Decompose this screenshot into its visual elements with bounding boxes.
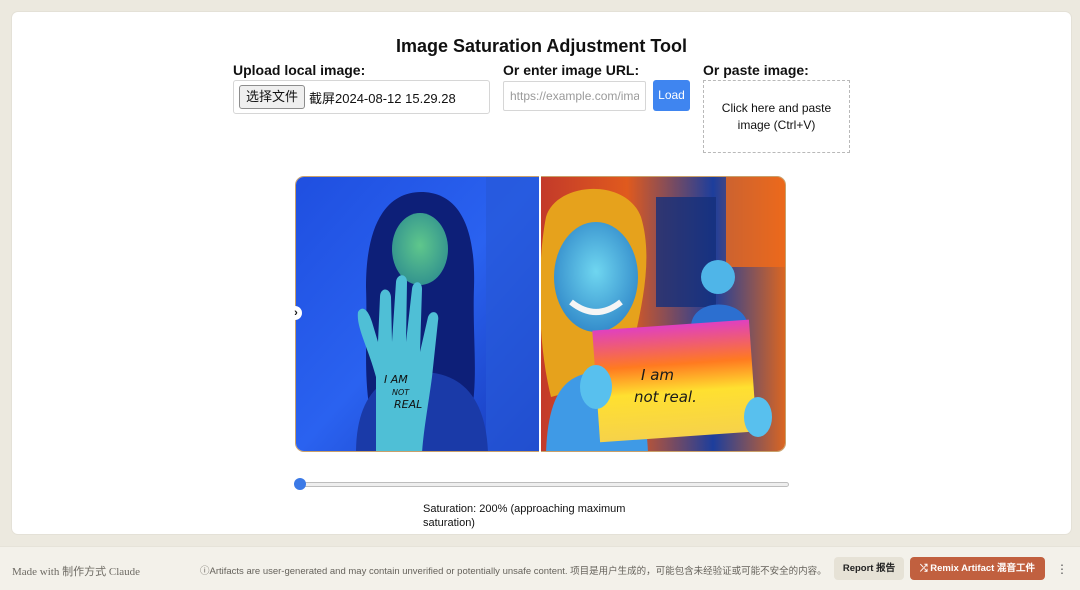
artifact-footer: Made with 制作方式 Claude ⓘArtifacts are use… — [0, 546, 1080, 590]
saturation-slider[interactable] — [299, 482, 789, 487]
file-name: 截屏2024-08-12 15.29.28 — [309, 90, 456, 106]
page-title: Image Saturation Adjustment Tool — [395, 36, 687, 56]
disclaimer-text: ⓘArtifacts are user-generated and may co… — [200, 566, 827, 577]
choose-file-button[interactable]: 选择文件 — [239, 85, 306, 109]
saturation-slider-thumb[interactable] — [294, 478, 306, 490]
paste-hint: Click here and paste image (Ctrl+V) — [721, 100, 832, 132]
artifact-card: Image Saturation Adjustment Tool Upload … — [12, 12, 1071, 534]
remix-artifact-button[interactable]: ⤮ Remix Artifact 混音工件 — [910, 557, 1045, 580]
image-url-input[interactable] — [503, 81, 646, 111]
right-image: I am not real. — [539, 177, 785, 451]
comparison-images: I AM NOT REAL I am not real. — [296, 177, 785, 451]
made-with-text: Made with 制作方式 Claude — [12, 566, 141, 578]
svg-text:not real.: not real. — [634, 388, 697, 406]
svg-text:NOT: NOT — [392, 388, 410, 397]
comparison-divider[interactable] — [539, 176, 541, 452]
url-label: Or enter image URL: — [503, 62, 640, 78]
svg-text:I AM: I AM — [384, 373, 408, 386]
paste-area[interactable]: Click here and paste image (Ctrl+V) — [703, 80, 850, 153]
paste-label: Or paste image: — [703, 62, 809, 78]
load-button[interactable]: Load — [653, 80, 690, 111]
more-options-icon[interactable]: ⋮ — [1056, 560, 1068, 578]
svg-text:REAL: REAL — [394, 398, 422, 411]
saturation-readout: Saturation: 200% (approaching maximum sa… — [423, 503, 626, 529]
left-image: I AM NOT REAL — [296, 177, 541, 451]
file-input[interactable]: 选择文件 截屏2024-08-12 15.29.28 — [233, 80, 490, 114]
upload-label: Upload local image: — [233, 62, 366, 78]
report-button[interactable]: Report 报告 — [834, 557, 904, 580]
svg-text:I am: I am — [641, 366, 674, 384]
